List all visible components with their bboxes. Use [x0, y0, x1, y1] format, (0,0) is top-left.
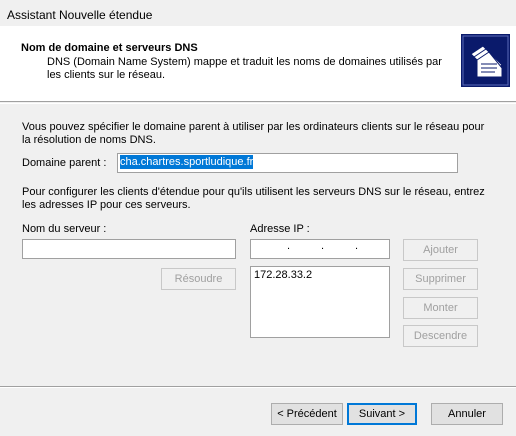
- ip-address-input[interactable]: . . .: [250, 239, 390, 259]
- ip-dot-3: .: [355, 240, 359, 252]
- add-button[interactable]: Ajouter: [403, 239, 478, 261]
- window-title: Assistant Nouvelle étendue: [7, 8, 153, 22]
- resolve-button[interactable]: Résoudre: [161, 268, 236, 290]
- dns-intro-text: Pour configurer les clients d'étendue po…: [22, 186, 485, 211]
- header-divider: [0, 103, 516, 104]
- ip-address-label: Adresse IP :: [250, 223, 310, 235]
- page-description: DNS (Domain Name System) mappe et tradui…: [47, 56, 442, 81]
- ip-dot-2: .: [321, 240, 325, 252]
- cancel-button[interactable]: Annuler: [431, 403, 503, 425]
- wizard-header: Nom de domaine et serveurs DNS DNS (Doma…: [0, 26, 516, 102]
- parent-domain-label: Domaine parent :: [22, 157, 107, 169]
- title-bar: Assistant Nouvelle étendue: [0, 0, 516, 26]
- ip-dot-1: .: [287, 240, 291, 252]
- intro-text: Vous pouvez spécifier le domaine parent …: [22, 121, 485, 146]
- server-name-input[interactable]: [22, 239, 236, 259]
- parent-domain-input[interactable]: cha.chartres.sportludique.fr: [117, 153, 458, 173]
- back-button[interactable]: < Précédent: [271, 403, 343, 425]
- parent-domain-value: cha.chartres.sportludique.fr: [120, 155, 254, 169]
- move-up-button[interactable]: Monter: [403, 297, 478, 319]
- next-button[interactable]: Suivant >: [347, 403, 417, 425]
- footer-divider-highlight: [0, 387, 516, 388]
- server-name-label: Nom du serveur :: [22, 223, 107, 235]
- move-down-button[interactable]: Descendre: [403, 325, 478, 347]
- wizard-documents-icon: [461, 34, 510, 87]
- list-item[interactable]: 172.28.33.2: [254, 269, 386, 281]
- ip-address-list[interactable]: 172.28.33.2: [250, 266, 390, 338]
- remove-button[interactable]: Supprimer: [403, 268, 478, 290]
- page-title: Nom de domaine et serveurs DNS: [21, 42, 198, 54]
